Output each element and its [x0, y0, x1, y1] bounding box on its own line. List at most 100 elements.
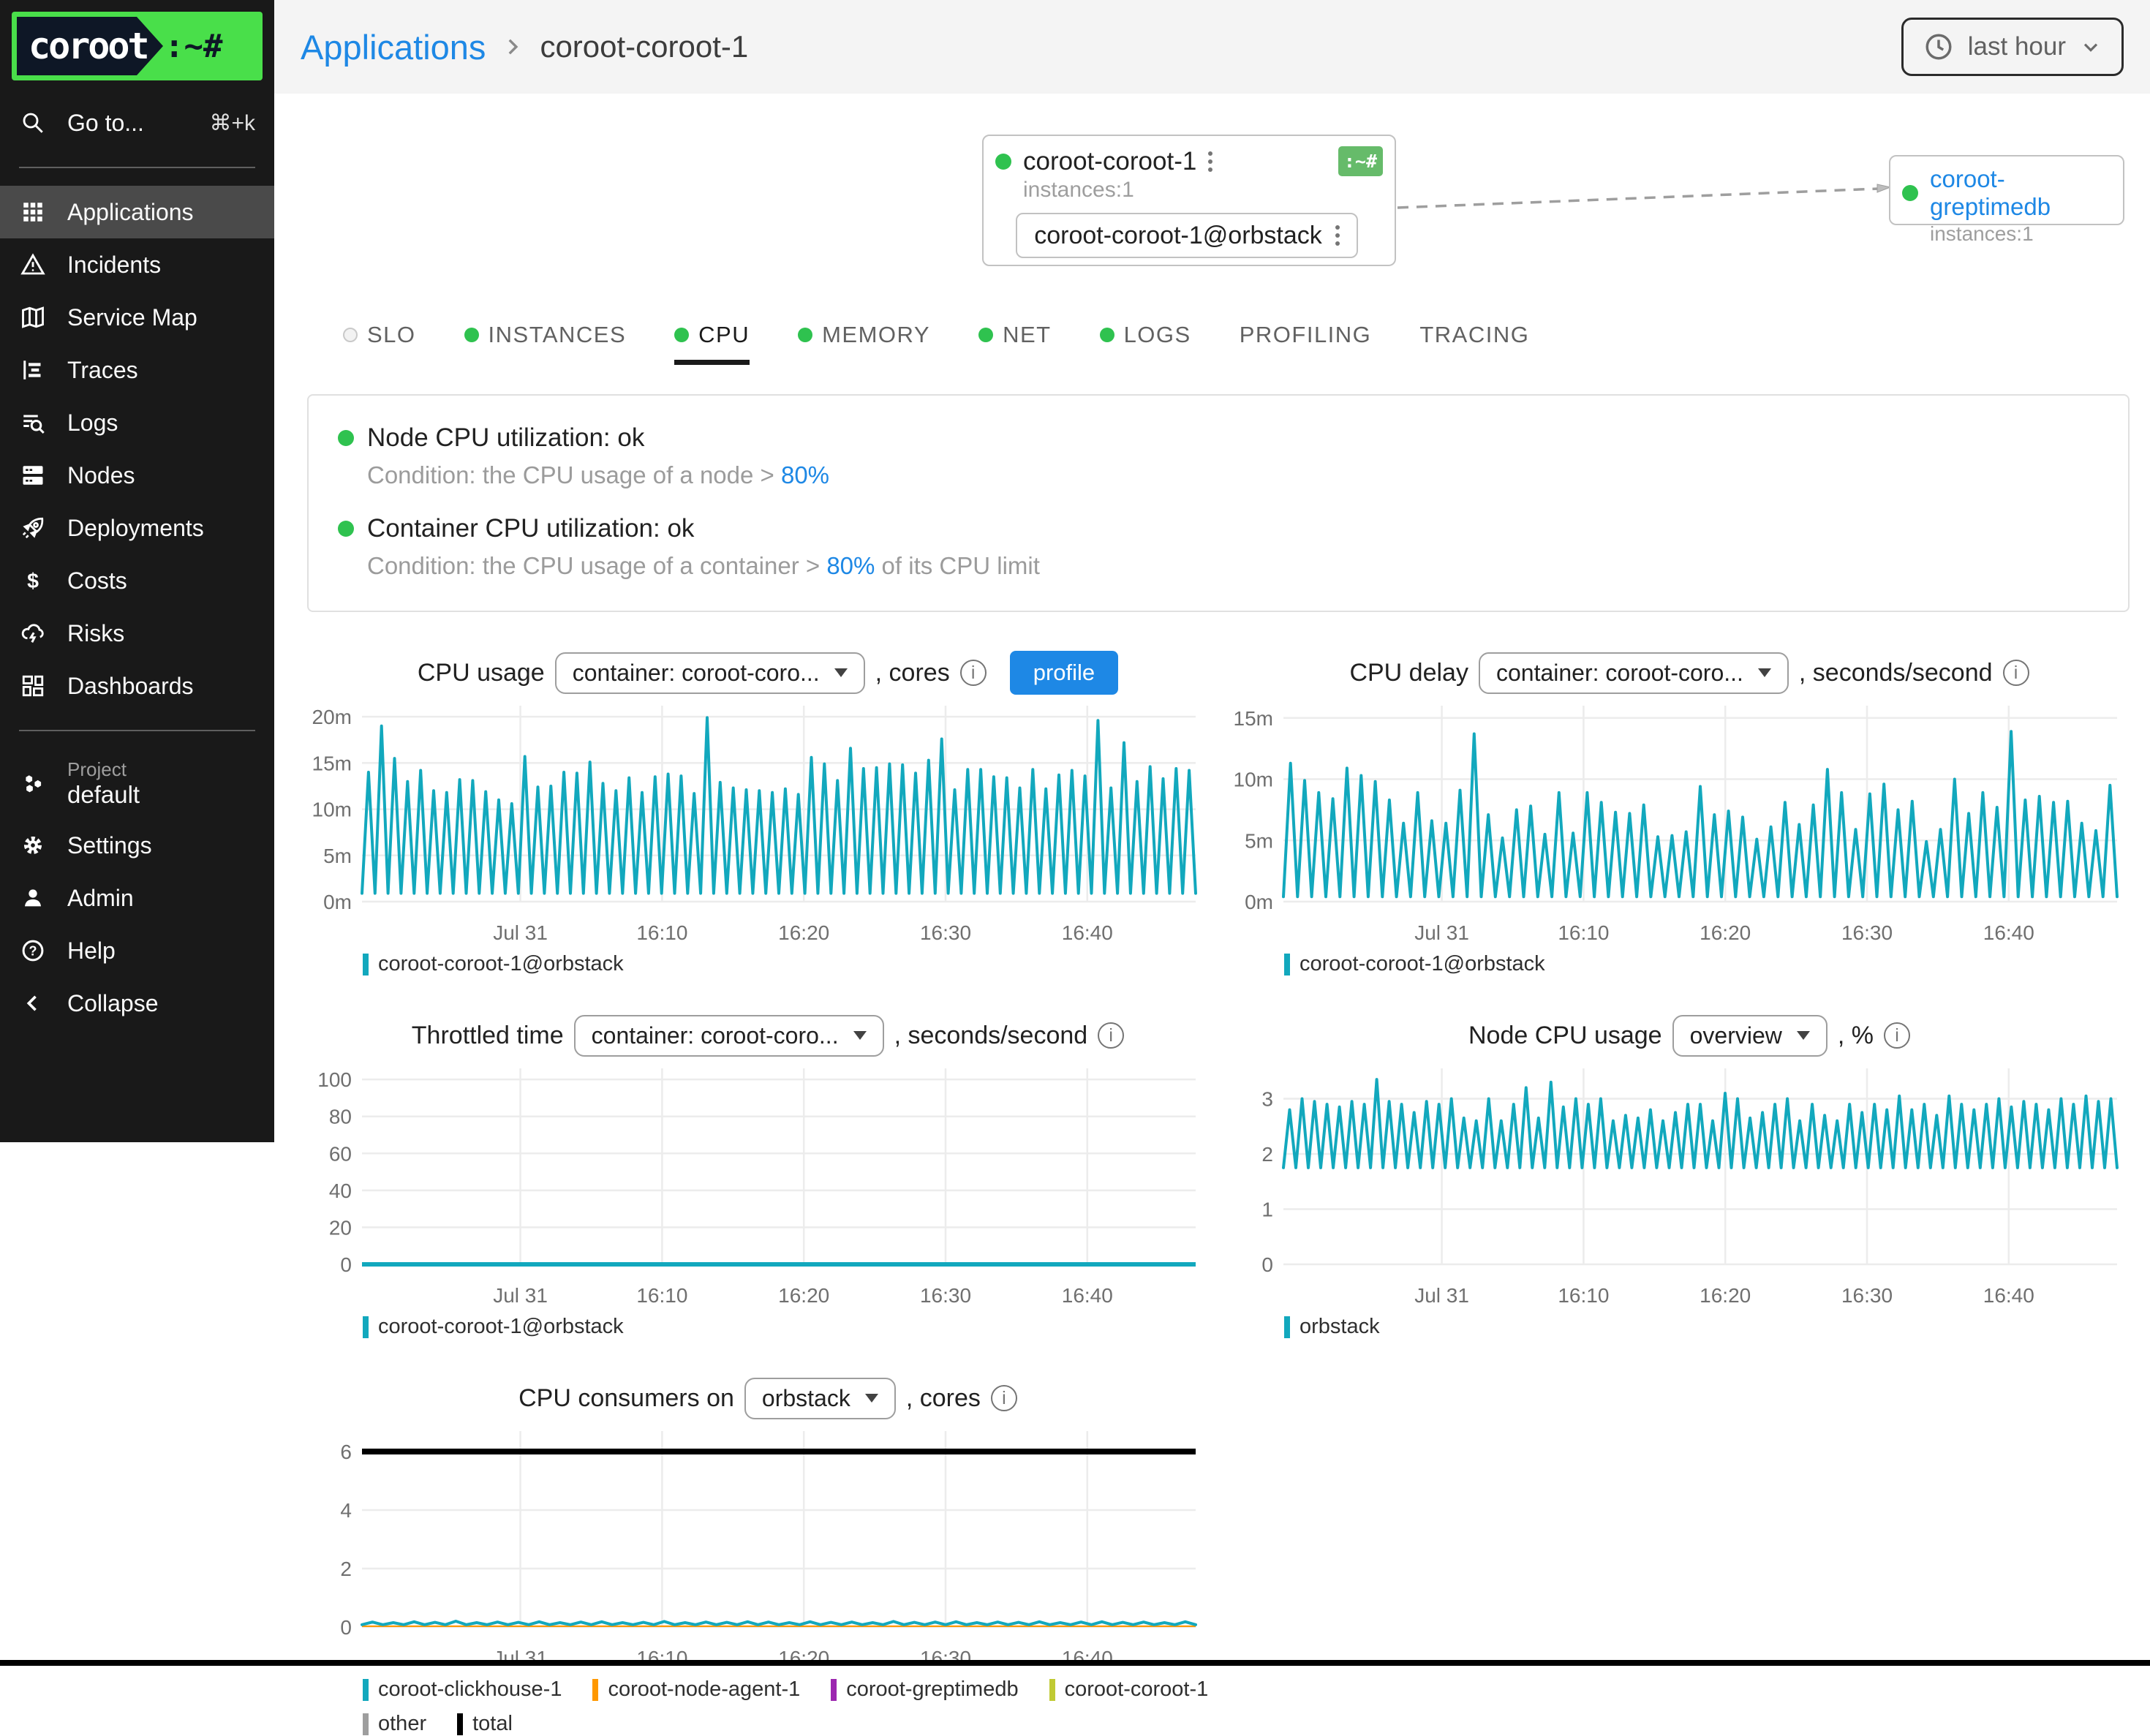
chart-selector-dropdown[interactable]: container: coroot-coro...	[574, 1015, 884, 1057]
sidebar-item-label: Admin	[67, 885, 134, 912]
chart-throttled-time: Throttled timecontainer: coroot-coro...,…	[307, 1011, 1229, 1339]
sidebar-item-help[interactable]: ? Help	[0, 924, 274, 977]
svg-text:16:30: 16:30	[920, 1284, 971, 1307]
chart-selector-dropdown[interactable]: orbstack	[744, 1378, 896, 1419]
dropdown-value: container: coroot-coro...	[573, 660, 820, 687]
tab-memory[interactable]: MEMORY	[798, 322, 930, 365]
condition-threshold[interactable]: 80%	[781, 461, 829, 488]
legend-swatch	[1284, 954, 1290, 975]
upstream-app-link[interactable]: coroot-greptimedb	[1930, 165, 2111, 221]
caret-down-icon	[1797, 1031, 1810, 1040]
info-icon[interactable]: i	[2003, 660, 2029, 686]
sidebar-item-risks[interactable]: Risks	[0, 607, 274, 660]
svg-text:16:40: 16:40	[1062, 1284, 1113, 1307]
legend-item[interactable]: coroot-greptimedb	[831, 1677, 1018, 1702]
legend-swatch	[363, 1316, 369, 1338]
sidebar-item-incidents[interactable]: Incidents	[0, 238, 274, 291]
project-label: Project	[67, 759, 140, 781]
info-icon[interactable]: i	[1098, 1022, 1124, 1049]
svg-text:16:20: 16:20	[778, 1284, 829, 1307]
time-range-picker[interactable]: last hour	[1901, 18, 2124, 76]
app-node-card: coroot-coroot-1 :~# instances:1 coroot-c…	[982, 135, 1396, 266]
tab-instances[interactable]: INSTANCES	[464, 322, 627, 365]
logo-suffix: :~#	[165, 17, 222, 75]
legend-label: coroot-coroot-1@orbstack	[378, 1315, 624, 1339]
kebab-menu-icon[interactable]	[1208, 151, 1212, 172]
instance-box[interactable]: coroot-coroot-1@orbstack	[1016, 213, 1358, 258]
legend-item[interactable]: coroot-node-agent-1	[592, 1677, 800, 1702]
legend-item[interactable]: coroot-coroot-1	[1049, 1677, 1209, 1702]
legend-item[interactable]: coroot-coroot-1@orbstack	[363, 952, 624, 976]
chevron-left-icon	[19, 989, 47, 1017]
coroot-logo[interactable]: coroot :~#	[12, 12, 263, 80]
sidebar-item-service-map[interactable]: Service Map	[0, 291, 274, 344]
sidebar-item-settings[interactable]: Settings	[0, 819, 274, 872]
cpu-checks-panel: Node CPU utilization: ok Condition: the …	[307, 394, 2130, 612]
legend-item[interactable]: other	[363, 1712, 426, 1736]
sidebar-item-label: Collapse	[67, 990, 159, 1017]
svg-text:4: 4	[340, 1499, 352, 1522]
legend-item[interactable]: coroot-coroot-1@orbstack	[363, 1315, 624, 1339]
gear-icon	[19, 831, 47, 859]
breadcrumb-applications-link[interactable]: Applications	[301, 27, 486, 67]
sidebar-item-traces[interactable]: Traces	[0, 344, 274, 396]
chart-node-cpu-usage: Node CPU usageoverview, %i0123Jul 3116:1…	[1229, 1011, 2150, 1339]
sidebar-item-applications[interactable]: Applications	[0, 186, 274, 238]
chart-title-units: , cores	[906, 1384, 981, 1413]
svg-text:1: 1	[1261, 1199, 1273, 1221]
legend-item[interactable]: coroot-clickhouse-1	[363, 1677, 562, 1702]
profile-button[interactable]: profile	[1010, 651, 1118, 695]
goto-search[interactable]: Go to... ⌘+k	[0, 97, 274, 149]
legend-swatch	[363, 1679, 369, 1701]
legend-label: coroot-node-agent-1	[608, 1677, 800, 1702]
tab-logs[interactable]: LOGS	[1100, 322, 1191, 365]
logo-text: coroot	[29, 25, 148, 67]
info-icon[interactable]: i	[960, 660, 987, 686]
condition-threshold[interactable]: 80%	[826, 552, 875, 579]
sidebar-item-logs[interactable]: Logs	[0, 396, 274, 449]
sidebar-item-collapse[interactable]: Collapse	[0, 977, 274, 1030]
legend-label: coroot-coroot-1	[1065, 1677, 1209, 1702]
chart-selector-dropdown[interactable]: overview	[1672, 1015, 1828, 1057]
coroot-logo-wordmark: coroot	[17, 17, 163, 75]
kebab-menu-icon[interactable]	[1335, 225, 1340, 246]
sidebar-item-project[interactable]: Project default	[0, 749, 274, 819]
tab-net[interactable]: NET	[978, 322, 1052, 365]
svg-text:3: 3	[1261, 1088, 1273, 1111]
sidebar-item-costs[interactable]: $ Costs	[0, 554, 274, 607]
breadcrumb-current: coroot-coroot-1	[540, 29, 748, 64]
tab-label: PROFILING	[1240, 322, 1372, 348]
chart-title-units: , seconds/second	[894, 1022, 1088, 1050]
legend-item[interactable]: total	[457, 1712, 513, 1736]
svg-text:16:40: 16:40	[1983, 921, 2034, 944]
chart-cpu-delay: CPU delaycontainer: coroot-coro..., seco…	[1229, 649, 2150, 976]
info-icon[interactable]: i	[991, 1385, 1017, 1411]
sidebar-item-dashboards[interactable]: Dashboards	[0, 660, 274, 712]
storm-cloud-icon	[19, 619, 47, 647]
svg-text:0m: 0m	[323, 891, 352, 913]
traces-icon	[19, 356, 47, 384]
legend-item[interactable]: coroot-coroot-1@orbstack	[1284, 952, 1545, 976]
chart-selector-dropdown[interactable]: container: coroot-coro...	[1479, 652, 1789, 694]
svg-text:16:20: 16:20	[778, 1647, 829, 1669]
info-icon[interactable]: i	[1884, 1022, 1910, 1049]
sidebar-item-nodes[interactable]: Nodes	[0, 449, 274, 502]
sidebar-divider	[19, 730, 255, 731]
chart-cpu-usage: CPU usagecontainer: coroot-coro..., core…	[307, 649, 1229, 976]
time-range-label: last hour	[1968, 32, 2066, 61]
tab-cpu[interactable]: CPU	[674, 322, 750, 365]
tab-profiling[interactable]: PROFILING	[1240, 322, 1372, 365]
legend-item[interactable]: orbstack	[1284, 1315, 1380, 1339]
svg-text:16:10: 16:10	[1558, 1284, 1609, 1307]
tabs: SLO INSTANCES CPU MEMORY NET LOGS PROFILING TRA…	[343, 322, 2150, 365]
tab-tracing[interactable]: TRACING	[1419, 322, 1529, 365]
tab-slo[interactable]: SLO	[343, 322, 416, 365]
sidebar-item-admin[interactable]: Admin	[0, 872, 274, 924]
tab-status-dot	[674, 328, 689, 342]
tab-status-dot	[978, 328, 993, 342]
sidebar-item-deployments[interactable]: Deployments	[0, 502, 274, 554]
tab-label: NET	[1003, 322, 1052, 348]
chevron-down-icon	[2079, 35, 2102, 59]
sidebar-item-label: Settings	[67, 832, 152, 859]
chart-selector-dropdown[interactable]: container: coroot-coro...	[555, 652, 865, 694]
